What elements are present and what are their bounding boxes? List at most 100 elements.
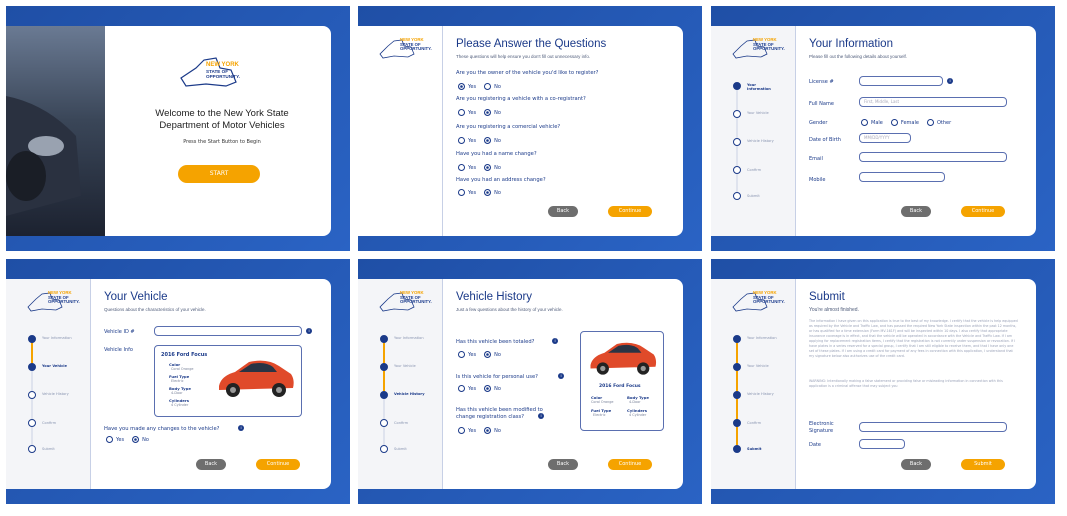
step-dot-4 <box>733 166 741 174</box>
radio-no[interactable]: No <box>484 189 501 196</box>
info-icon[interactable]: i <box>558 373 564 379</box>
back-button[interactable]: Back <box>901 206 931 217</box>
fuel-value: Electric <box>593 413 606 417</box>
radio-no[interactable]: No <box>132 436 149 443</box>
back-button[interactable]: Back <box>901 459 931 470</box>
radio-no-label: No <box>494 385 501 392</box>
continue-button[interactable]: Continue <box>961 206 1005 217</box>
radio-other[interactable]: Other <box>926 119 951 126</box>
step-label-4: Confirm <box>747 421 762 425</box>
radio-dot <box>484 427 492 434</box>
email-input[interactable] <box>859 152 1007 162</box>
radio-dot <box>458 137 465 144</box>
mobile-label: Mobile <box>809 177 826 183</box>
radio-no-label: No <box>494 351 501 358</box>
radio-no[interactable]: No <box>484 164 501 171</box>
radio-no[interactable]: No <box>484 427 501 434</box>
welcome-subtitle: Press the Start Button to Begin <box>183 139 261 145</box>
certification-text: The information I have given on this app… <box>809 319 1018 358</box>
radio-yes[interactable]: Yes <box>458 83 476 90</box>
welcome-card: NEW YORK STATE OF OPPORTUNITY. Welcome t… <box>6 26 331 236</box>
step-dot-5 <box>380 445 388 453</box>
radio-yes[interactable]: Yes <box>458 137 476 144</box>
info-icon[interactable]: i <box>538 413 544 419</box>
page-title: Please Answer the Questions <box>456 38 607 50</box>
continue-button[interactable]: Continue <box>608 206 652 217</box>
radio-no[interactable]: No <box>484 137 501 144</box>
license-input[interactable] <box>859 76 943 86</box>
car-photo <box>6 26 105 236</box>
radio-no[interactable]: No <box>484 109 501 116</box>
radio-yes[interactable]: Yes <box>458 385 476 392</box>
radio-dot <box>484 351 492 358</box>
radio-no[interactable]: No <box>484 351 501 358</box>
ny-logo: NEW YORK STATE OF OPPORTUNITY. <box>378 290 432 313</box>
radio-yes-label: Yes <box>468 351 477 358</box>
radio-no[interactable]: No <box>484 385 501 392</box>
radio-dot <box>926 119 934 126</box>
radio-dot <box>484 83 492 90</box>
radio-female[interactable]: Female <box>890 119 919 126</box>
step-dot-2 <box>733 110 741 118</box>
step-dot-4 <box>380 419 388 427</box>
start-button[interactable]: START <box>178 165 260 183</box>
radio-yes[interactable]: Yes <box>458 351 476 358</box>
radio-dot <box>890 119 898 126</box>
screen-your-vehicle: NEW YORK STATE OF OPPORTUNITY. Your Inform… <box>6 259 350 504</box>
cyl-value: 4 Cylinder <box>629 413 647 417</box>
radio-no[interactable]: No <box>484 83 501 90</box>
radio-dot <box>458 164 465 171</box>
page-subtitle: These questions will help ensure you don… <box>456 54 591 59</box>
back-button[interactable]: Back <box>196 459 226 470</box>
continue-button[interactable]: Continue <box>256 459 300 470</box>
back-button[interactable]: Back <box>548 206 578 217</box>
radio-yes-label: Yes <box>468 83 477 90</box>
vin-input[interactable] <box>154 326 302 336</box>
info-icon[interactable]: i <box>552 338 558 344</box>
screen-submit: NEW YORK STATE OF OPPORTUNITY. Your Inform… <box>711 259 1055 504</box>
step-dot-1 <box>733 82 741 90</box>
date-input[interactable] <box>859 439 905 449</box>
radio-yes-label: Yes <box>468 109 477 116</box>
info-icon[interactable]: i <box>238 425 244 431</box>
info-icon[interactable]: i <box>947 78 953 84</box>
radio-yes[interactable]: Yes <box>458 109 476 116</box>
radio-group-2: Yes No <box>458 109 501 116</box>
mobile-input[interactable] <box>859 172 945 182</box>
step-dot-2 <box>380 363 388 371</box>
radio-group-4: Yes No <box>458 164 501 171</box>
dob-input[interactable]: MM/DD/YYYY <box>859 133 911 143</box>
step-label-3: Vehicle History <box>394 392 425 396</box>
step-dot-1 <box>733 335 741 343</box>
full-name-input[interactable]: First, Middle, Last <box>859 97 1007 107</box>
step-label-3: Vehicle History <box>42 392 69 396</box>
page-title: Your Information <box>809 38 893 50</box>
radio-yes[interactable]: Yes <box>458 427 476 434</box>
modified-radio-group: Yes No <box>458 427 501 434</box>
step-dot-5 <box>733 445 741 453</box>
back-button[interactable]: Back <box>548 459 578 470</box>
car-image <box>590 342 657 375</box>
totaled-radio-group: Yes No <box>458 351 501 358</box>
logo-opp: OPPORTUNITY. <box>753 46 785 52</box>
step-dot-5 <box>28 445 36 453</box>
dob-label: Date of Birth <box>809 137 841 143</box>
radio-dot <box>484 189 492 196</box>
continue-button[interactable]: Continue <box>608 459 652 470</box>
radio-male[interactable]: Male <box>861 119 883 126</box>
screen-welcome: NEW YORK STATE OF OPPORTUNITY. Welcome t… <box>6 6 350 251</box>
welcome-title-2: Department of Motor Vehicles <box>159 120 285 131</box>
signature-label-1: Electronic <box>809 421 834 427</box>
car-name: 2016 Ford Focus <box>599 384 641 389</box>
radio-yes[interactable]: Yes <box>458 189 476 196</box>
signature-input[interactable] <box>859 422 1007 432</box>
radio-yes[interactable]: Yes <box>106 436 124 443</box>
step-label-1: Your Information <box>394 336 424 340</box>
submit-button[interactable]: Submit <box>961 459 1005 470</box>
gender-radio-group: Male Female Other <box>861 119 951 126</box>
radio-no-label: No <box>494 137 501 144</box>
info-icon[interactable]: i <box>306 328 312 334</box>
page-subtitle: Questions about the characteristics of y… <box>104 307 206 312</box>
logo-line1: NEW YORK <box>206 62 239 68</box>
radio-yes[interactable]: Yes <box>458 164 476 171</box>
